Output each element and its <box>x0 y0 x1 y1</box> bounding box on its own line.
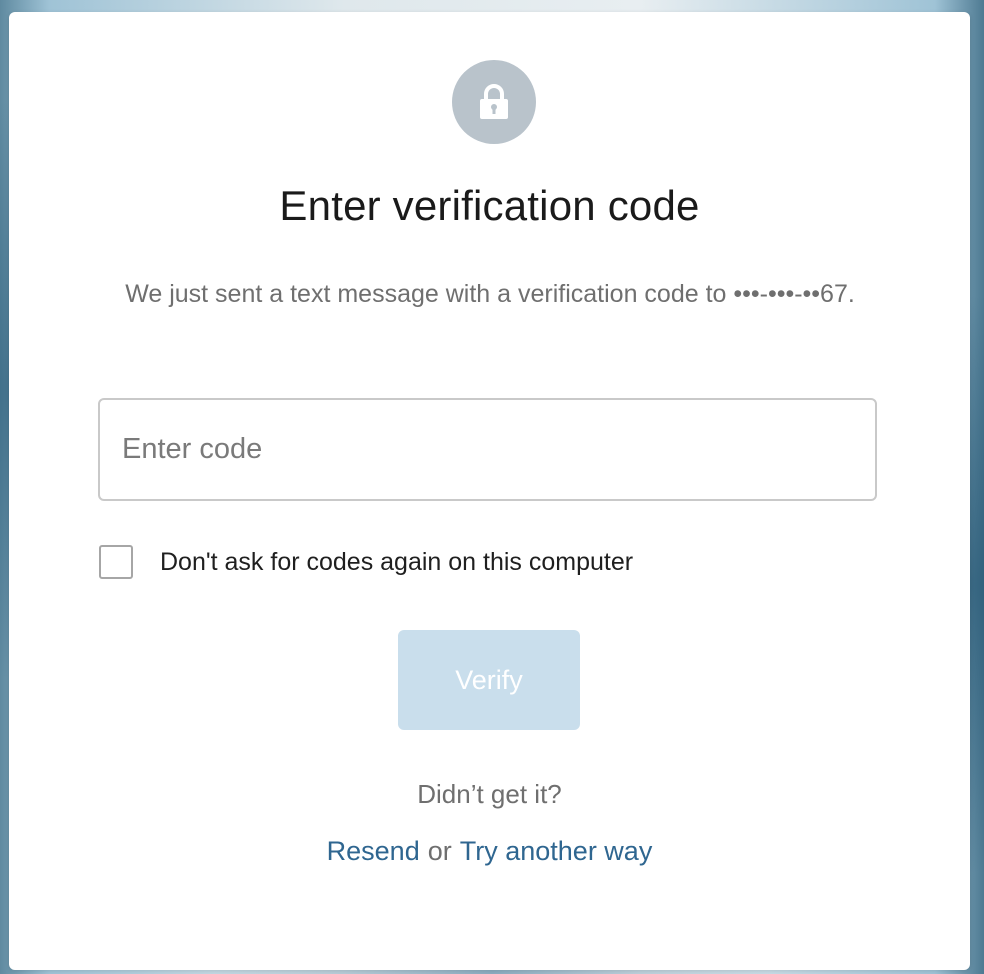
lock-icon <box>452 60 536 144</box>
didnt-get-it-text: Didn’t get it? <box>417 779 562 809</box>
alternative-actions: Resend or Try another way <box>9 834 970 868</box>
page-title: Enter verification code <box>279 182 700 229</box>
try-another-way-link[interactable]: Try another way <box>460 836 653 866</box>
verify-button[interactable]: Verify <box>398 630 580 730</box>
remember-computer-row[interactable]: Don't ask for codes again on this comput… <box>99 544 633 580</box>
verification-card: Enter verification code We just sent a t… <box>9 12 970 970</box>
lock-glyph <box>480 84 508 119</box>
remember-computer-checkbox[interactable] <box>99 545 133 579</box>
verification-code-input[interactable] <box>98 398 877 501</box>
or-text: or <box>427 836 452 866</box>
resend-link[interactable]: Resend <box>327 836 420 866</box>
remember-computer-label[interactable]: Don't ask for codes again on this comput… <box>160 548 633 577</box>
verification-description: We just sent a text message with a verif… <box>125 280 855 308</box>
